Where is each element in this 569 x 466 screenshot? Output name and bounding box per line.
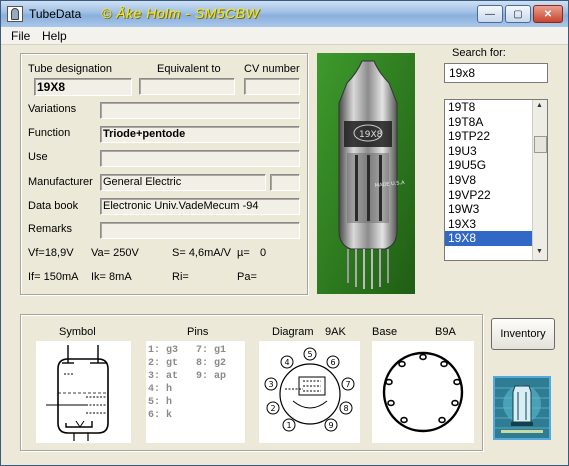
scroll-up-icon[interactable]: ▲: [536, 102, 543, 109]
diagram-pin-8: 8: [343, 404, 348, 413]
scroll-thumb[interactable]: [534, 136, 547, 153]
remarks-label: Remarks: [28, 223, 73, 235]
designation-field[interactable]: 19X8: [34, 78, 132, 96]
manufacturer-label: Manufacturer: [28, 176, 93, 188]
app-window: TubeData © Åke Holm - SM5CBW — ▢ ✕ File …: [0, 0, 569, 466]
cv-number-field[interactable]: [244, 78, 300, 95]
diagram-box: 1 2 3 4 5 6 7 8 9: [259, 341, 360, 443]
inventory-button[interactable]: Inventory: [491, 318, 555, 350]
spec-ik: Ik= 8mA: [91, 271, 132, 283]
scroll-down-icon[interactable]: ▼: [536, 248, 543, 255]
databook-label: Data book: [28, 200, 79, 212]
tube-symbol-icon: [46, 345, 109, 441]
tube-logo-icon: [495, 378, 549, 438]
spec-pa: Pa=: [237, 271, 257, 283]
diagram-pin-2: 2: [270, 404, 275, 413]
spec-mu-value: 0: [260, 247, 267, 259]
base-label: Base: [372, 326, 398, 338]
pin-2: 2: gt: [148, 358, 179, 369]
search-label: Search for:: [452, 47, 506, 59]
base-box: [372, 341, 474, 443]
socket-base-icon: [382, 351, 464, 433]
variations-label: Variations: [28, 103, 77, 115]
minimize-button[interactable]: —: [477, 5, 503, 23]
pin-9: 9: ap: [196, 371, 227, 382]
use-label: Use: [28, 151, 48, 163]
menu-help[interactable]: Help: [42, 29, 67, 43]
author-credit: © Åke Holm - SM5CBW: [101, 5, 260, 21]
pin-4: 4: h: [148, 384, 173, 395]
tube-app-icon: [7, 6, 23, 22]
diagram-pin-3: 3: [268, 380, 273, 389]
designation-label: Tube designation: [28, 63, 112, 75]
spec-mu: µ=: [237, 247, 250, 259]
manufacturer-extra-field[interactable]: [270, 174, 300, 191]
pin-5: 5: h: [148, 397, 173, 408]
diagram-pin-5: 5: [307, 350, 312, 359]
use-field[interactable]: [100, 150, 300, 167]
search-input[interactable]: 19x8: [444, 63, 548, 83]
maximize-button[interactable]: ▢: [505, 5, 531, 23]
symbol-box: [36, 341, 131, 443]
spec-ri: Ri=: [172, 271, 189, 283]
diagram-pin-1: 1: [286, 421, 291, 430]
tube-list[interactable]: 19T8 19T8A 19TP22 19U3 19U5G 19V8 19VP22 19W3 19…: [444, 99, 548, 261]
manufacturer-field[interactable]: General Electric: [100, 174, 266, 191]
menu-file[interactable]: File: [11, 29, 30, 43]
pin-6: 6: k: [148, 410, 173, 421]
spec-va: Va= 250V: [91, 247, 139, 259]
spec-s: S= 4,6mA/V: [172, 247, 232, 259]
pin-3: 3: at: [148, 371, 179, 382]
remarks-field[interactable]: [100, 222, 300, 239]
base-diagram-icon: 1 2 3 4 5 6 7 8 9: [264, 347, 355, 432]
pin-7: 7: g1: [196, 345, 227, 356]
diagram-pin-9: 9: [328, 421, 333, 430]
title-bar[interactable]: TubeData © Åke Holm - SM5CBW — ▢ ✕: [1, 1, 568, 27]
spec-if: If= 150mA: [28, 271, 79, 283]
pins-label: Pins: [187, 326, 209, 338]
pin-8: 8: g2: [196, 358, 227, 369]
symbol-label: Symbol: [59, 326, 96, 338]
photo-label: 19X8: [359, 130, 383, 140]
diagram-pin-6: 6: [330, 358, 335, 367]
diagram-pin-4: 4: [284, 358, 289, 367]
function-field[interactable]: Triode+pentode: [100, 126, 300, 143]
databook-field[interactable]: Electronic Univ.VadeMecum -94: [100, 198, 300, 215]
spec-vf: Vf=18,9V: [28, 247, 74, 259]
variations-field[interactable]: [100, 102, 300, 119]
base-code: B9A: [435, 326, 456, 338]
diagram-code: 9AK: [325, 326, 346, 338]
list-scrollbar[interactable]: ▲ ▼: [532, 100, 547, 260]
diagram-label: Diagram: [272, 326, 314, 338]
pin-1: 1: g3: [148, 345, 179, 356]
window-title: TubeData: [29, 7, 82, 21]
tube-photo: 19X8 MADE U.S.A: [317, 53, 415, 294]
tube-photo-drawing: 19X8 MADE U.S.A: [317, 53, 415, 294]
equivalent-label: Equivalent to: [157, 63, 221, 75]
cv-number-label: CV number: [244, 63, 300, 75]
menu-bar: File Help: [1, 27, 568, 45]
close-button[interactable]: ✕: [533, 5, 563, 23]
pins-box: 1: g3 2: gt 3: at 4: h 5: h 6: k 7: g1 8…: [146, 341, 245, 443]
app-logo: [493, 376, 551, 440]
function-label: Function: [28, 127, 71, 139]
diagram-pin-7: 7: [345, 380, 350, 389]
equivalent-field[interactable]: [139, 78, 235, 95]
